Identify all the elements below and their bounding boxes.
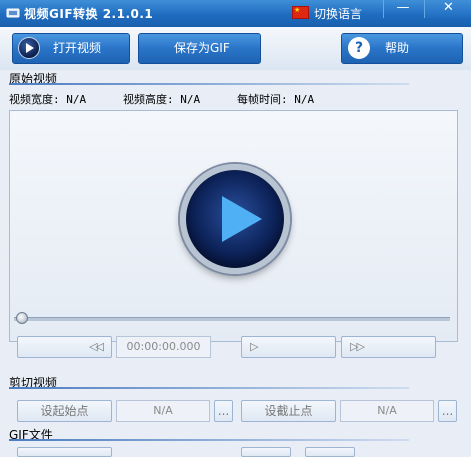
save-gif-button[interactable]: 保存为GIF [138, 33, 261, 64]
close-button[interactable]: ✕ [424, 0, 471, 18]
end-browse-button[interactable]: ... [438, 400, 457, 422]
title-bar: 视频GIF转换 2.1.0.1 切换语言 — ✕ [0, 0, 471, 27]
frame-time-info: 每帧时间: N/A [237, 93, 315, 106]
section-divider [9, 439, 409, 441]
help-label: 帮助 [385, 41, 410, 55]
help-icon: ? [348, 37, 370, 59]
set-start-button[interactable]: 设起始点 [17, 400, 112, 422]
seek-slider-thumb[interactable] [16, 312, 28, 324]
help-button[interactable]: ? 帮助 [341, 33, 463, 64]
gif-option-field[interactable] [241, 447, 291, 457]
rewind-button[interactable]: ◁◁ [17, 336, 112, 358]
window-title: 视频GIF转换 2.1.0.1 [24, 7, 154, 21]
play-circle-icon [18, 37, 40, 59]
forward-icon: ▷▷ [350, 340, 365, 353]
video-preview[interactable] [9, 110, 458, 342]
china-flag-icon[interactable] [292, 6, 309, 19]
open-video-button[interactable]: 打开视频 [12, 33, 130, 64]
play-icon: ▷ [250, 340, 259, 353]
switch-language-button[interactable]: 切换语言 [314, 5, 362, 22]
app-icon [6, 8, 20, 18]
minimize-button[interactable]: — [383, 0, 422, 18]
set-end-button[interactable]: 设截止点 [241, 400, 336, 422]
seek-slider-track[interactable] [14, 317, 450, 321]
section-divider [9, 83, 409, 85]
big-play-icon[interactable] [180, 164, 290, 274]
gif-option-field[interactable] [17, 447, 112, 457]
save-gif-label: 保存为GIF [174, 41, 230, 55]
video-width-info: 视频宽度: N/A [9, 93, 87, 106]
play-button[interactable]: ▷ [241, 336, 336, 358]
video-height-info: 视频高度: N/A [123, 93, 201, 106]
start-browse-button[interactable]: ... [214, 400, 233, 422]
time-display: 00:00:00.000 [116, 336, 211, 358]
rewind-icon: ◁◁ [89, 340, 104, 353]
open-video-label: 打开视频 [53, 41, 102, 55]
toolbar: 打开视频 保存为GIF ? 帮助 [0, 27, 471, 70]
start-point-field: N/A [116, 400, 210, 422]
forward-button[interactable]: ▷▷ [341, 336, 436, 358]
end-point-field: N/A [340, 400, 434, 422]
gif-option-field[interactable] [305, 447, 355, 457]
section-divider [9, 387, 409, 389]
